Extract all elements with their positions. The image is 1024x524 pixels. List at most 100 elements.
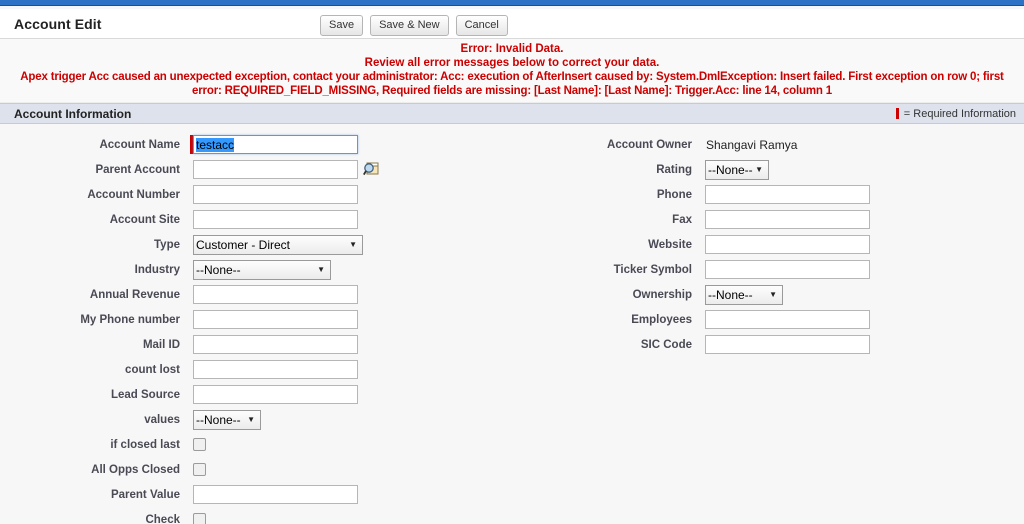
field-row-annual-revenue: Annual Revenue <box>0 282 512 307</box>
input-mail-id[interactable] <box>193 335 358 354</box>
field-label-count-lost: count lost <box>125 363 180 376</box>
lookup-search-icon[interactable] <box>363 162 379 177</box>
field-control-account-number <box>190 185 358 204</box>
account-edit-page: Account Edit Save Save & New Cancel Erro… <box>0 0 1024 524</box>
required-note-label: = Required Information <box>903 107 1016 120</box>
save-button[interactable]: Save <box>320 15 364 36</box>
input-fax[interactable] <box>705 210 870 229</box>
field-row-account-site: Account Site <box>0 207 512 232</box>
field-row-count-lost: count lost <box>0 357 512 382</box>
field-row-sic-code: SIC Code <box>512 332 1024 357</box>
save-new-button[interactable]: Save & New <box>370 15 449 36</box>
field-label-fax: Fax <box>672 213 692 226</box>
field-row-check: Check <box>0 507 512 524</box>
input-lead-source[interactable] <box>193 385 358 404</box>
field-label-account-name: Account Name <box>99 138 180 151</box>
error-line-4: error: REQUIRED_FIELD_MISSING, Required … <box>192 85 832 97</box>
field-label-rating: Rating <box>656 163 692 176</box>
select-type[interactable]: Customer - Direct <box>193 234 363 255</box>
field-row-ownership: Ownership --None-- ▼ <box>512 282 1024 307</box>
field-row-account-owner: Account Owner Shangavi Ramya <box>512 132 1024 157</box>
field-control-type: Customer - Direct ▼ <box>190 234 363 255</box>
field-label-mail-id: Mail ID <box>142 338 180 351</box>
field-control-count-lost <box>190 360 358 379</box>
field-control-industry: --None-- ▼ <box>190 259 331 280</box>
field-row-parent-value: Parent Value <box>0 482 512 507</box>
input-parent-value[interactable] <box>193 485 358 504</box>
input-count-lost[interactable] <box>193 360 358 379</box>
field-row-mail-id: Mail ID <box>0 332 512 357</box>
field-label-type: Type <box>154 238 180 251</box>
select-wrapper-values: --None-- ▼ <box>193 409 261 430</box>
field-control-employees <box>702 310 870 329</box>
field-row-industry: Industry --None-- ▼ <box>0 257 512 282</box>
field-control-mail-id <box>190 335 358 354</box>
field-label-check: Check <box>145 513 180 524</box>
field-label-account-owner: Account Owner <box>607 138 692 151</box>
field-label-values: values <box>144 413 180 426</box>
field-control-parent-value <box>190 485 358 504</box>
required-marker-icon <box>895 108 899 119</box>
input-parent-account[interactable] <box>193 160 358 179</box>
field-row-all-opps-closed: All Opps Closed <box>0 457 512 482</box>
field-control-if-closed-last <box>190 435 206 454</box>
page-titlebar: Account Edit Save Save & New Cancel <box>0 9 1024 39</box>
input-phone[interactable] <box>705 185 870 204</box>
field-row-employees: Employees <box>512 307 1024 332</box>
field-control-account-name <box>190 135 358 154</box>
select-industry[interactable]: --None-- <box>193 259 331 280</box>
checkbox-all-opps-closed[interactable] <box>193 463 206 476</box>
field-row-website: Website <box>512 232 1024 257</box>
field-label-parent-account: Parent Account <box>95 163 180 176</box>
field-row-account-number: Account Number <box>0 182 512 207</box>
field-row-type: Type Customer - Direct ▼ <box>0 232 512 257</box>
field-control-account-site <box>190 210 358 229</box>
field-label-my-phone-number: My Phone number <box>80 313 180 326</box>
field-control-all-opps-closed <box>190 460 206 479</box>
field-label-account-site: Account Site <box>109 213 180 226</box>
field-label-phone: Phone <box>656 188 692 201</box>
cancel-button[interactable]: Cancel <box>455 15 508 36</box>
error-line-1: Error: Invalid Data. <box>460 43 564 55</box>
input-employees[interactable] <box>705 310 870 329</box>
required-information-note: = Required Information <box>895 107 1016 120</box>
select-rating[interactable]: --None-- <box>705 159 769 180</box>
field-control-rating: --None-- ▼ <box>702 159 769 180</box>
input-website[interactable] <box>705 235 870 254</box>
checkbox-check[interactable] <box>193 513 206 524</box>
field-control-annual-revenue <box>190 285 358 304</box>
field-label-industry: Industry <box>134 263 180 276</box>
input-annual-revenue[interactable] <box>193 285 358 304</box>
input-ticker-symbol[interactable] <box>705 260 870 279</box>
field-label-annual-revenue: Annual Revenue <box>89 288 180 301</box>
error-line-3: Apex trigger Acc caused an unexpected ex… <box>20 71 1004 83</box>
input-account-site[interactable] <box>193 210 358 229</box>
field-label-account-number: Account Number <box>87 188 180 201</box>
field-label-parent-value: Parent Value <box>110 488 180 501</box>
checkbox-if-closed-last[interactable] <box>193 438 206 451</box>
select-values[interactable]: --None-- <box>193 409 261 430</box>
field-control-check <box>190 510 206 524</box>
form-column-left: Account Name Parent Account Account Number… <box>0 132 512 524</box>
field-control-my-phone-number <box>190 310 358 329</box>
field-control-values: --None-- ▼ <box>190 409 261 430</box>
field-control-fax <box>702 210 870 229</box>
page-title: Account Edit <box>14 15 102 32</box>
field-control-ownership: --None-- ▼ <box>702 284 783 305</box>
select-ownership[interactable]: --None-- <box>705 284 783 305</box>
field-row-account-name: Account Name <box>0 132 512 157</box>
field-label-sic-code: SIC Code <box>640 338 692 351</box>
field-label-lead-source: Lead Source <box>110 388 180 401</box>
input-sic-code[interactable] <box>705 335 870 354</box>
field-row-lead-source: Lead Source <box>0 382 512 407</box>
field-label-all-opps-closed: All Opps Closed <box>91 463 180 476</box>
field-control-lead-source <box>190 385 358 404</box>
input-account-number[interactable] <box>193 185 358 204</box>
select-wrapper-ownership: --None-- ▼ <box>705 284 783 305</box>
field-row-my-phone-number: My Phone number <box>0 307 512 332</box>
input-account-name[interactable] <box>193 135 358 154</box>
field-row-phone: Phone <box>512 182 1024 207</box>
field-row-rating: Rating --None-- ▼ <box>512 157 1024 182</box>
input-my-phone-number[interactable] <box>193 310 358 329</box>
field-control-ticker-symbol <box>702 260 870 279</box>
